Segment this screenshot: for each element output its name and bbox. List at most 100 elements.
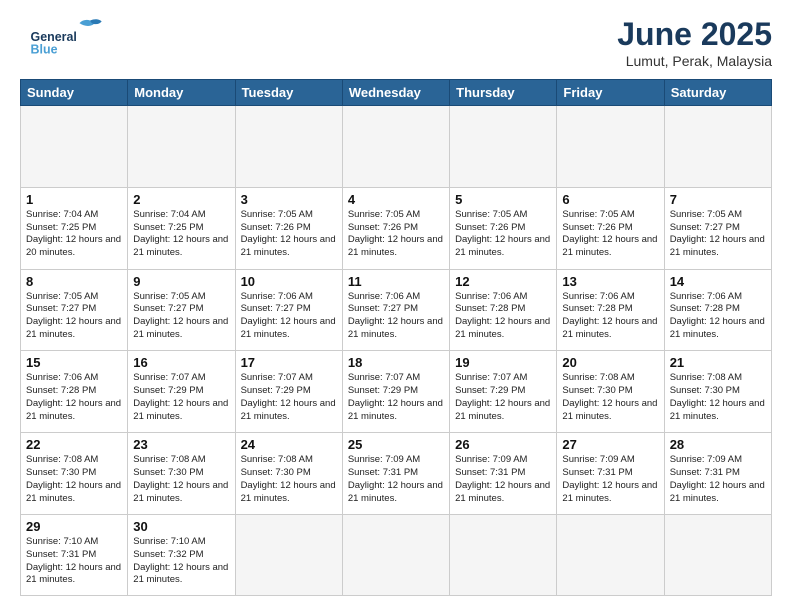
day-info: Sunrise: 7:08 AMSunset: 7:30 PMDaylight:… [670, 372, 766, 423]
daylight: Daylight: 12 hours and 21 minutes. [133, 234, 228, 258]
sunrise: Sunrise: 7:08 AM [670, 372, 742, 383]
table-cell [342, 106, 449, 188]
daylight: Daylight: 12 hours and 21 minutes. [26, 562, 121, 586]
sunset: Sunset: 7:28 PM [562, 303, 632, 314]
day-number: 13 [562, 274, 658, 289]
day-number: 24 [241, 437, 337, 452]
sunset: Sunset: 7:27 PM [26, 303, 96, 314]
sunset: Sunset: 7:29 PM [241, 385, 311, 396]
table-cell: 18Sunrise: 7:07 AMSunset: 7:29 PMDayligh… [342, 351, 449, 433]
sunrise: Sunrise: 7:09 AM [455, 454, 527, 465]
day-number: 1 [26, 192, 122, 207]
day-number: 27 [562, 437, 658, 452]
table-cell: 6Sunrise: 7:05 AMSunset: 7:26 PMDaylight… [557, 187, 664, 269]
sunrise: Sunrise: 7:10 AM [26, 536, 98, 547]
sunset: Sunset: 7:25 PM [133, 222, 203, 233]
table-cell: 4Sunrise: 7:05 AMSunset: 7:26 PMDaylight… [342, 187, 449, 269]
sunset: Sunset: 7:26 PM [348, 222, 418, 233]
sunrise: Sunrise: 7:06 AM [670, 291, 742, 302]
sunrise: Sunrise: 7:05 AM [455, 209, 527, 220]
day-info: Sunrise: 7:06 AMSunset: 7:28 PMDaylight:… [562, 291, 658, 342]
sunset: Sunset: 7:32 PM [133, 549, 203, 560]
day-info: Sunrise: 7:06 AMSunset: 7:28 PMDaylight:… [26, 372, 122, 423]
day-info: Sunrise: 7:07 AMSunset: 7:29 PMDaylight:… [241, 372, 337, 423]
week-row-5: 29Sunrise: 7:10 AMSunset: 7:31 PMDayligh… [21, 514, 772, 595]
daylight: Daylight: 12 hours and 21 minutes. [133, 562, 228, 586]
daylight: Daylight: 12 hours and 21 minutes. [348, 234, 443, 258]
table-cell: 25Sunrise: 7:09 AMSunset: 7:31 PMDayligh… [342, 433, 449, 515]
daylight: Daylight: 12 hours and 21 minutes. [348, 480, 443, 504]
table-cell: 17Sunrise: 7:07 AMSunset: 7:29 PMDayligh… [235, 351, 342, 433]
week-row-1: 1Sunrise: 7:04 AMSunset: 7:25 PMDaylight… [21, 187, 772, 269]
daylight: Daylight: 12 hours and 21 minutes. [670, 316, 765, 340]
day-info: Sunrise: 7:05 AMSunset: 7:26 PMDaylight:… [455, 209, 551, 260]
day-info: Sunrise: 7:05 AMSunset: 7:27 PMDaylight:… [670, 209, 766, 260]
table-cell [664, 514, 771, 595]
daylight: Daylight: 12 hours and 21 minutes. [562, 316, 657, 340]
sunrise: Sunrise: 7:07 AM [133, 372, 205, 383]
sunrise: Sunrise: 7:05 AM [133, 291, 205, 302]
table-cell [128, 106, 235, 188]
sunrise: Sunrise: 7:06 AM [455, 291, 527, 302]
sunset: Sunset: 7:27 PM [133, 303, 203, 314]
day-number: 11 [348, 274, 444, 289]
logo-svg: General Blue [20, 16, 130, 56]
sunrise: Sunrise: 7:07 AM [455, 372, 527, 383]
day-number: 19 [455, 355, 551, 370]
sunrise: Sunrise: 7:09 AM [562, 454, 634, 465]
calendar-title: June 2025 [617, 16, 772, 53]
daylight: Daylight: 12 hours and 21 minutes. [562, 234, 657, 258]
day-number: 6 [562, 192, 658, 207]
day-number: 2 [133, 192, 229, 207]
table-cell: 12Sunrise: 7:06 AMSunset: 7:28 PMDayligh… [450, 269, 557, 351]
day-info: Sunrise: 7:07 AMSunset: 7:29 PMDaylight:… [455, 372, 551, 423]
day-info: Sunrise: 7:06 AMSunset: 7:28 PMDaylight:… [670, 291, 766, 342]
sunset: Sunset: 7:31 PM [26, 549, 96, 560]
day-number: 23 [133, 437, 229, 452]
day-info: Sunrise: 7:10 AMSunset: 7:32 PMDaylight:… [133, 536, 229, 587]
logo: General Blue [20, 16, 130, 56]
sunset: Sunset: 7:26 PM [562, 222, 632, 233]
day-info: Sunrise: 7:07 AMSunset: 7:29 PMDaylight:… [348, 372, 444, 423]
day-number: 14 [670, 274, 766, 289]
table-cell: 3Sunrise: 7:05 AMSunset: 7:26 PMDaylight… [235, 187, 342, 269]
table-cell [21, 106, 128, 188]
table-cell: 1Sunrise: 7:04 AMSunset: 7:25 PMDaylight… [21, 187, 128, 269]
day-number: 20 [562, 355, 658, 370]
sunrise: Sunrise: 7:05 AM [241, 209, 313, 220]
daylight: Daylight: 12 hours and 21 minutes. [562, 480, 657, 504]
table-cell [450, 106, 557, 188]
sunset: Sunset: 7:30 PM [133, 467, 203, 478]
week-row-0 [21, 106, 772, 188]
day-info: Sunrise: 7:07 AMSunset: 7:29 PMDaylight:… [133, 372, 229, 423]
sunrise: Sunrise: 7:05 AM [26, 291, 98, 302]
week-row-2: 8Sunrise: 7:05 AMSunset: 7:27 PMDaylight… [21, 269, 772, 351]
day-info: Sunrise: 7:06 AMSunset: 7:27 PMDaylight:… [241, 291, 337, 342]
sunrise: Sunrise: 7:07 AM [241, 372, 313, 383]
day-info: Sunrise: 7:10 AM Sunset: 7:31 PM Daylight:… [26, 536, 122, 587]
sunset: Sunset: 7:31 PM [670, 467, 740, 478]
day-info: Sunrise: 7:09 AMSunset: 7:31 PMDaylight:… [670, 454, 766, 505]
table-cell: 28Sunrise: 7:09 AMSunset: 7:31 PMDayligh… [664, 433, 771, 515]
col-friday: Friday [557, 80, 664, 106]
day-number: 10 [241, 274, 337, 289]
col-saturday: Saturday [664, 80, 771, 106]
day-info: Sunrise: 7:08 AMSunset: 7:30 PMDaylight:… [133, 454, 229, 505]
col-tuesday: Tuesday [235, 80, 342, 106]
day-number: 22 [26, 437, 122, 452]
sunrise: Sunrise: 7:08 AM [26, 454, 98, 465]
table-cell: 26Sunrise: 7:09 AMSunset: 7:31 PMDayligh… [450, 433, 557, 515]
week-row-3: 15Sunrise: 7:06 AMSunset: 7:28 PMDayligh… [21, 351, 772, 433]
daylight: Daylight: 12 hours and 21 minutes. [455, 316, 550, 340]
daylight: Daylight: 12 hours and 21 minutes. [133, 316, 228, 340]
col-wednesday: Wednesday [342, 80, 449, 106]
day-info: Sunrise: 7:06 AMSunset: 7:28 PMDaylight:… [455, 291, 551, 342]
day-number: 8 [26, 274, 122, 289]
sunrise: Sunrise: 7:09 AM [348, 454, 420, 465]
week-row-4: 22Sunrise: 7:08 AMSunset: 7:30 PMDayligh… [21, 433, 772, 515]
sunrise: Sunrise: 7:08 AM [562, 372, 634, 383]
table-cell: 14 Sunrise: 7:06 AMSunset: 7:28 PMDayligh… [664, 269, 771, 351]
sunset: Sunset: 7:29 PM [348, 385, 418, 396]
sunset: Sunset: 7:31 PM [562, 467, 632, 478]
daylight: Daylight: 12 hours and 21 minutes. [26, 316, 121, 340]
